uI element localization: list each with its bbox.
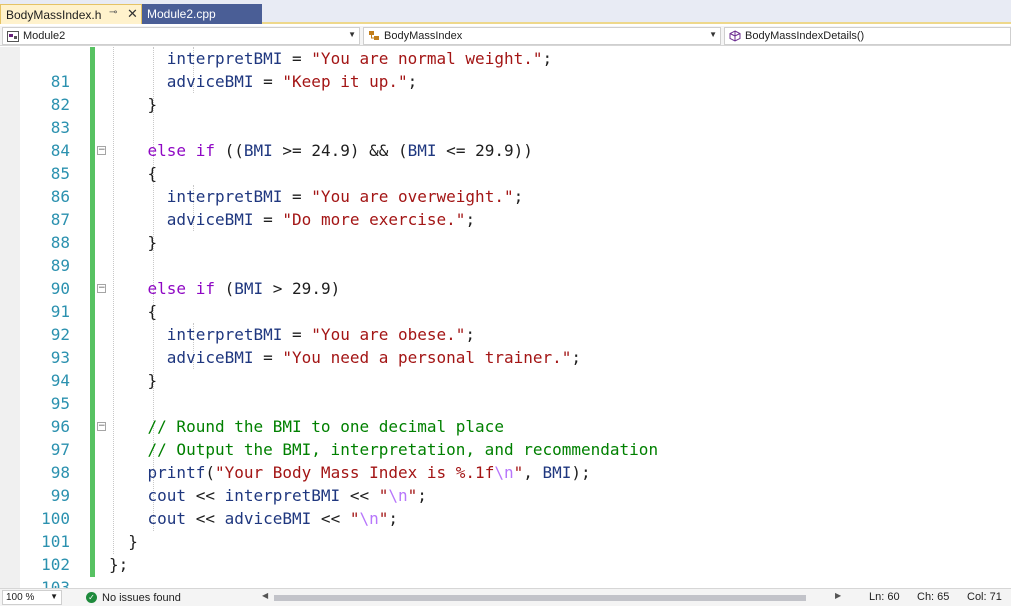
code-line[interactable]: 102 }: [0, 530, 1011, 574]
collapse-icon[interactable]: −: [97, 422, 106, 431]
code-line[interactable]: 95 }: [0, 369, 1011, 413]
code-line[interactable]: 101 cout << adviceBMI << "\n";: [0, 507, 1011, 551]
code-line[interactable]: 96: [0, 392, 1011, 436]
issues-indicator[interactable]: ✓ No issues found: [86, 590, 181, 605]
line-indicator[interactable]: Ln: 60: [869, 591, 900, 603]
tab-module2-cpp[interactable]: Module2.cpp: [142, 4, 262, 24]
member-dropdown[interactable]: BodyMassIndexDetails(): [724, 27, 1011, 45]
scope-dropdown-label: BodyMassIndex: [384, 30, 463, 42]
code-text: adviceBMI = "Do more exercise.";: [166, 210, 476, 229]
tab-label: BodyMassIndex.h: [6, 7, 102, 22]
code-text: adviceBMI = "Keep it up.";: [166, 72, 418, 91]
code-line[interactable]: 91 − else if (BMI > 29.9): [0, 277, 1011, 321]
project-icon: [6, 30, 20, 42]
code-line[interactable]: 81 interpretBMI = "You are normal weight…: [0, 47, 1011, 91]
code-line[interactable]: 99 printf("Your Body Mass Index is %.1f\…: [0, 461, 1011, 505]
code-text: adviceBMI = "You need a personal trainer…: [166, 348, 582, 367]
code-text: interpretBMI = "You are obese.";: [166, 325, 476, 344]
code-text: }: [109, 532, 138, 551]
chevron-down-icon: ▼: [50, 592, 58, 601]
code-text: interpretBMI = "You are overweight.";: [166, 187, 524, 206]
column-indicator[interactable]: Col: 71: [967, 591, 1002, 603]
editor-status-bar: 100 % ▼ ✓ No issues found ◀ ▶ Ln: 60 Ch:…: [0, 588, 1011, 606]
code-text: else if ((BMI >= 24.9) && (BMI <= 29.9)): [147, 141, 533, 160]
horizontal-scrollbar[interactable]: ◀ ▶: [260, 591, 845, 603]
code-line[interactable]: 85 − else if ((BMI >= 24.9) && (BMI <= 2…: [0, 139, 1011, 183]
method-icon: [728, 30, 742, 42]
issues-text: No issues found: [102, 591, 181, 604]
code-line[interactable]: 97 − // Round the BMI to one decimal pla…: [0, 415, 1011, 459]
code-line[interactable]: 83 }: [0, 93, 1011, 137]
code-text: printf("Your Body Mass Index is %.1f\n",…: [147, 463, 591, 482]
code-line[interactable]: 92 {: [0, 300, 1011, 344]
zoom-dropdown[interactable]: 100 % ▼: [2, 590, 62, 605]
code-text: }: [109, 95, 158, 114]
document-tab-strip: BodyMassIndex.h ⊸ ✕ Module2.cpp: [0, 0, 1011, 24]
code-line[interactable]: 89 }: [0, 231, 1011, 275]
zoom-level: 100 %: [6, 592, 35, 603]
chevron-down-icon: ▼: [348, 30, 356, 39]
code-text: // Round the BMI to one decimal place: [147, 417, 504, 436]
code-text: cout << interpretBMI << "\n";: [147, 486, 427, 505]
code-text: cout << adviceBMI << "\n";: [147, 509, 399, 528]
code-text: }: [109, 233, 158, 252]
code-line[interactable]: 94 adviceBMI = "You need a personal trai…: [0, 346, 1011, 390]
code-text: }: [109, 371, 158, 390]
scrollbar-thumb[interactable]: [274, 595, 806, 601]
class-icon: [367, 30, 381, 42]
check-icon: ✓: [86, 592, 97, 603]
code-line[interactable]: 98 // Output the BMI, interpretation, an…: [0, 438, 1011, 482]
scroll-left-icon[interactable]: ◀: [262, 591, 268, 600]
code-line[interactable]: 90: [0, 254, 1011, 298]
collapse-icon[interactable]: −: [97, 146, 106, 155]
tab-bodymassindex-h[interactable]: BodyMassIndex.h ⊸ ✕: [0, 4, 142, 24]
code-editor[interactable]: 81 interpretBMI = "You are normal weight…: [0, 47, 1011, 597]
scope-dropdown[interactable]: BodyMassIndex ▼: [363, 27, 721, 45]
code-line[interactable]: 82 adviceBMI = "Keep it up.";: [0, 70, 1011, 114]
code-line[interactable]: 84: [0, 116, 1011, 160]
code-text: {: [109, 164, 158, 183]
navigation-bar: Module2 ▼ BodyMassIndex ▼ BodyMassIndexD…: [0, 26, 1011, 46]
code-text: interpretBMI = "You are normal weight.";: [166, 49, 553, 68]
code-text: {: [109, 302, 158, 321]
code-line[interactable]: 87 interpretBMI = "You are overweight.";: [0, 185, 1011, 229]
pin-icon[interactable]: ⊸: [109, 7, 117, 18]
code-text: else if (BMI > 29.9): [147, 279, 341, 298]
member-dropdown-label: BodyMassIndexDetails(): [745, 30, 865, 42]
collapse-icon[interactable]: −: [97, 284, 106, 293]
code-line[interactable]: 86 {: [0, 162, 1011, 206]
code-line[interactable]: 103 };: [0, 553, 1011, 597]
project-dropdown-label: Module2: [23, 30, 66, 42]
scroll-right-icon[interactable]: ▶: [835, 591, 841, 600]
code-text: };: [109, 555, 129, 574]
tab-label: Module2.cpp: [147, 7, 216, 21]
close-icon[interactable]: ✕: [127, 6, 138, 22]
code-line[interactable]: 93 interpretBMI = "You are obese.";: [0, 323, 1011, 367]
char-indicator[interactable]: Ch: 65: [917, 591, 949, 603]
code-text: // Output the BMI, interpretation, and r…: [147, 440, 659, 459]
chevron-down-icon: ▼: [709, 30, 717, 39]
project-dropdown[interactable]: Module2 ▼: [2, 27, 360, 45]
code-line[interactable]: 88 adviceBMI = "Do more exercise.";: [0, 208, 1011, 252]
code-line[interactable]: 100 cout << interpretBMI << "\n";: [0, 484, 1011, 528]
